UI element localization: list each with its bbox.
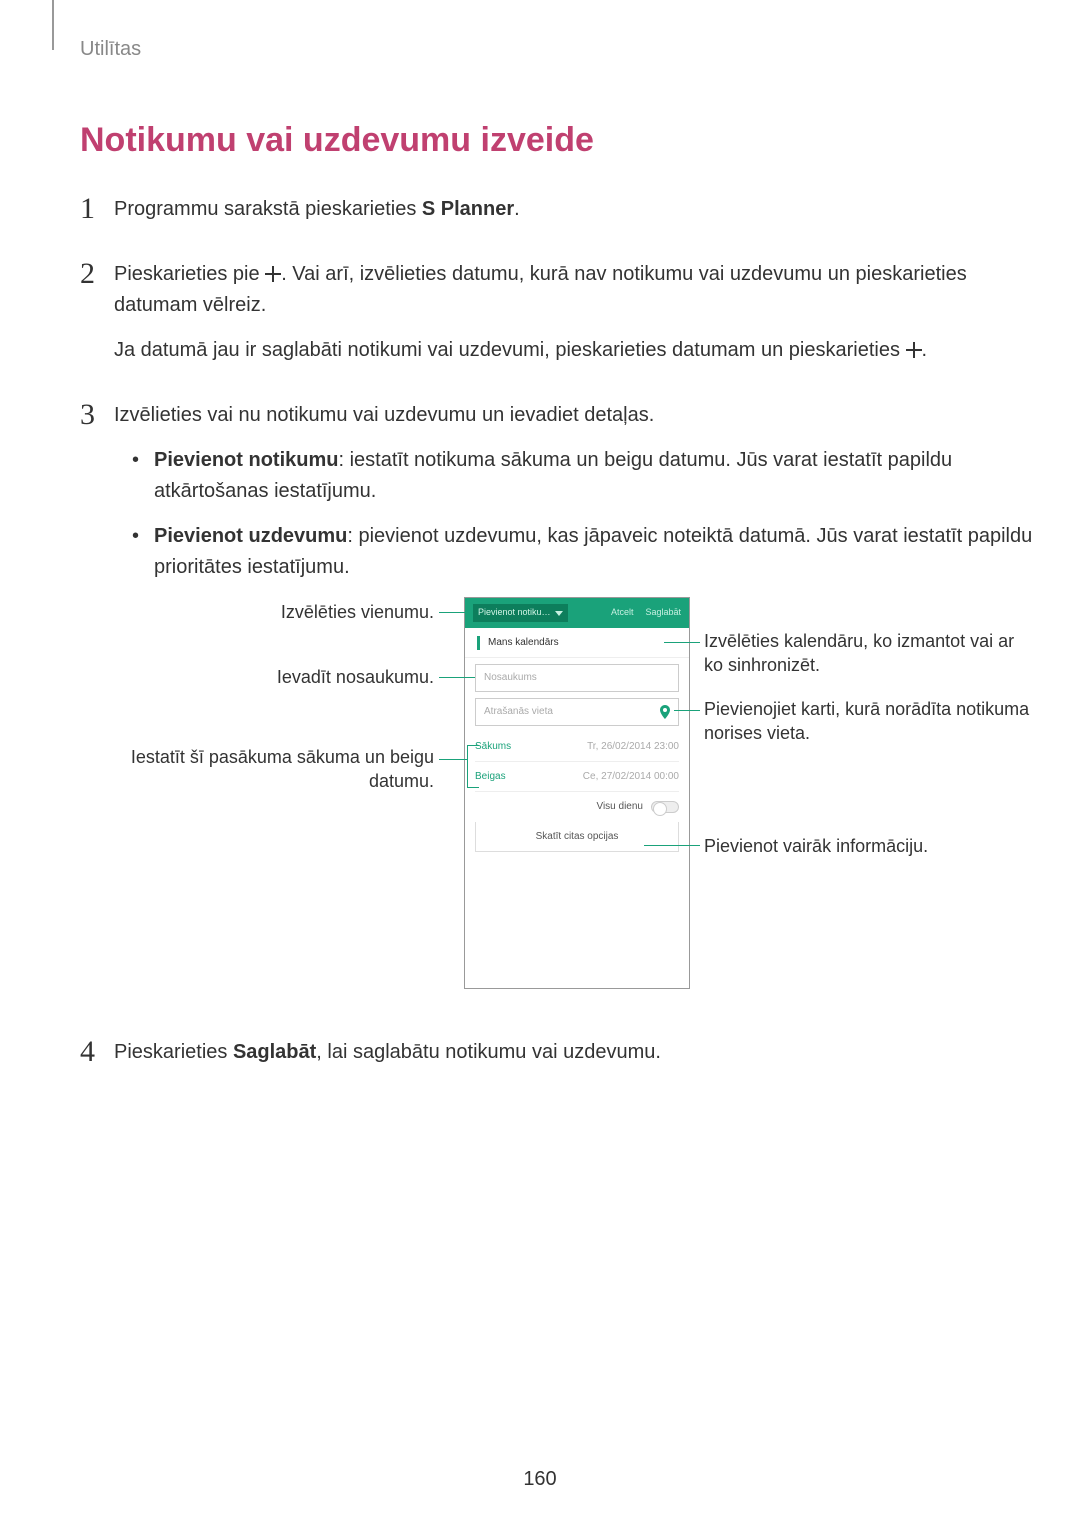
callout-select-item: Izvēlēties vienumu.: [114, 600, 434, 624]
callout-set-dates: Iestatīt šī pasākuma sākuma un beigu dat…: [114, 745, 434, 794]
calendar-color-bar: [477, 636, 480, 650]
chevron-down-icon: [555, 611, 563, 616]
step-number: 2: [80, 259, 114, 289]
plus-icon: [265, 266, 281, 282]
step-4-text: Pieskarieties Saglabāt, lai saglabātu no…: [114, 1037, 1000, 1068]
save-button[interactable]: Saglabāt: [645, 606, 681, 620]
step-1-text: Programmu sarakstā pieskarieties S Plann…: [114, 194, 1000, 225]
bullet-add-task: Pievienot uzdevumu: pievienot uzdevumu, …: [154, 521, 1034, 583]
page-number: 160: [0, 1468, 1080, 1491]
callout-more-info: Pievienot vairāk informāciju.: [704, 834, 1034, 858]
step-number: 3: [80, 400, 114, 430]
callout-add-map: Pievienojiet karti, kurā norādīta notiku…: [704, 697, 1034, 746]
location-pin-icon[interactable]: [660, 705, 670, 719]
callout-select-calendar: Izvēlēties kalendāru, ko izmantot vai ar…: [704, 629, 1034, 678]
callout-enter-name: Ievadīt nosaukumu.: [114, 665, 434, 689]
all-day-toggle-row: Visu dienu: [475, 792, 679, 822]
bullet-add-event: Pievienot notikumu: iestatīt notikuma sā…: [154, 445, 1034, 507]
start-datetime[interactable]: Sākums Tr, 26/02/2014 23:00: [475, 732, 679, 762]
step-number: 1: [80, 194, 114, 224]
cancel-button[interactable]: Atcelt: [611, 606, 634, 620]
location-input[interactable]: Atrašanās vieta: [475, 698, 679, 726]
step-1: 1 Programmu sarakstā pieskarieties S Pla…: [80, 194, 1000, 239]
step-3: 3 Izvēlieties vai nu notikumu vai uzdevu…: [80, 400, 1000, 1017]
step-2-p2: Ja datumā jau ir saglabāti notikumi vai …: [114, 335, 1000, 366]
phone-screenshot: Pievienot notiku… Atcelt Saglabāt Mans k…: [464, 597, 690, 989]
more-options-button[interactable]: Skatīt citas opcijas: [475, 822, 679, 852]
section-title: Notikumu vai uzdevumu izveide: [80, 121, 1000, 160]
all-day-toggle[interactable]: [651, 801, 679, 813]
name-input[interactable]: Nosaukums: [475, 664, 679, 692]
tab-selector[interactable]: Pievienot notiku…: [473, 604, 568, 622]
plus-icon: [906, 342, 922, 358]
phone-header: Pievienot notiku… Atcelt Saglabāt: [465, 598, 689, 628]
step-4: 4 Pieskarieties Saglabāt, lai saglabātu …: [80, 1037, 1000, 1082]
event-form-diagram: Pievienot notiku… Atcelt Saglabāt Mans k…: [114, 597, 1034, 1017]
step-2-p1: Pieskarieties pie . Vai arī, izvēlieties…: [114, 259, 1000, 321]
step-2: 2 Pieskarieties pie . Vai arī, izvēlieti…: [80, 259, 1000, 380]
end-datetime[interactable]: Beigas Ce, 27/02/2014 00:00: [475, 762, 679, 792]
calendar-selector[interactable]: Mans kalendārs: [465, 628, 689, 658]
breadcrumb: Utilītas: [80, 38, 1000, 61]
step-3-intro: Izvēlieties vai nu notikumu vai uzdevumu…: [114, 400, 1034, 431]
step-number: 4: [80, 1037, 114, 1067]
